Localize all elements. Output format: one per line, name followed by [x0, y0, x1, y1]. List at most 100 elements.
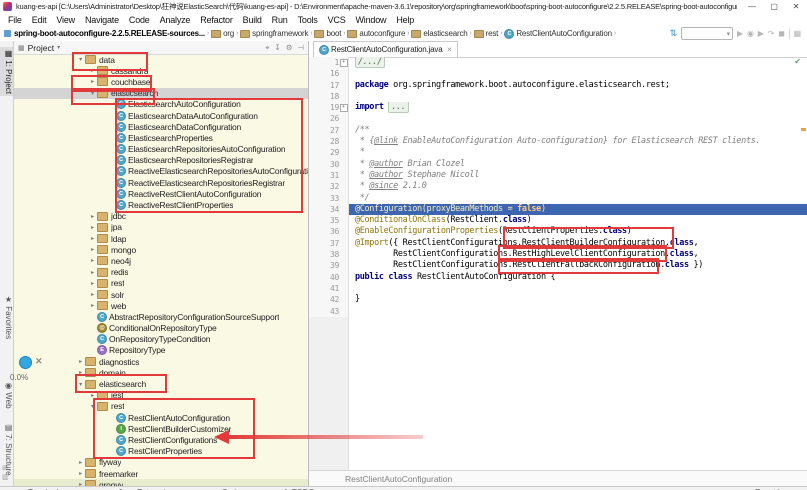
- tree-chevron-icon[interactable]: ▸: [76, 459, 85, 466]
- menu-item[interactable]: Analyze: [155, 15, 196, 25]
- tree-chevron-icon[interactable]: ▸: [88, 78, 97, 85]
- code-view[interactable]: 1+/.../1617package org.springframework.b…: [309, 57, 807, 317]
- run-config-combo[interactable]: ▾: [681, 27, 733, 40]
- fold-gutter[interactable]: [339, 306, 349, 317]
- breadcrumb-item[interactable]: rest: [486, 29, 499, 38]
- debug-icon[interactable]: ◉: [747, 29, 754, 38]
- code-line[interactable]: 28 * {@link EnableAutoConfiguration Auto…: [309, 136, 807, 147]
- close-button[interactable]: ✕: [785, 0, 807, 13]
- fold-gutter[interactable]: [339, 113, 349, 124]
- run-icon[interactable]: ▶: [737, 29, 743, 38]
- tree-row[interactable]: @ConditionalOnRepositoryType: [14, 323, 308, 334]
- header-tool-icon[interactable]: ⌖: [265, 43, 269, 53]
- recorder-dot-icon[interactable]: [19, 356, 32, 369]
- code-line[interactable]: 19+import ...: [309, 102, 807, 113]
- tree-row[interactable]: IRestClientBuilderCustomizer: [14, 423, 308, 434]
- fold-gutter[interactable]: [339, 283, 349, 294]
- menu-item[interactable]: Run: [267, 15, 293, 25]
- fold-gutter[interactable]: [339, 170, 349, 181]
- tree-row[interactable]: ▸jest: [14, 390, 308, 401]
- run-coverage-icon[interactable]: ▶: [758, 29, 764, 38]
- fold-plus-icon[interactable]: +: [340, 59, 348, 67]
- tree-row[interactable]: CReactiveElasticsearchRepositoriesRegist…: [14, 177, 308, 188]
- fold-gutter[interactable]: [339, 226, 349, 237]
- fold-gutter[interactable]: [339, 159, 349, 170]
- code-line[interactable]: 29 *: [309, 147, 807, 158]
- code-line[interactable]: 40public class RestClientAutoConfigurati…: [309, 272, 807, 283]
- tree-row[interactable]: COnRepositoryTypeCondition: [14, 334, 308, 345]
- code-line[interactable]: 27/**: [309, 125, 807, 136]
- fold-gutter[interactable]: [339, 215, 349, 226]
- fold-gutter[interactable]: [339, 181, 349, 192]
- menu-item[interactable]: Help: [391, 15, 419, 25]
- resume-icon[interactable]: ↷: [768, 29, 775, 38]
- code-line[interactable]: 16: [309, 68, 807, 79]
- tree-row[interactable]: CElasticsearchDataAutoConfiguration: [14, 110, 308, 121]
- tree-row[interactable]: ▸rest: [14, 278, 308, 289]
- menu-item[interactable]: View: [51, 15, 80, 25]
- code-line[interactable]: 26: [309, 113, 807, 124]
- code-line[interactable]: 39 RestClientConfigurations.RestClientFa…: [309, 260, 807, 271]
- code-line[interactable]: 32 * @since 2.1.0: [309, 181, 807, 192]
- footer-class-name[interactable]: RestClientAutoConfiguration: [345, 474, 452, 484]
- fold-gutter[interactable]: [339, 193, 349, 204]
- tree-row[interactable]: CReactiveRestClientProperties: [14, 199, 308, 210]
- stripe-item-favorites[interactable]: ★ Favorites: [0, 293, 13, 341]
- code-line[interactable]: 34@Configuration(proxyBeanMethods = fals…: [309, 204, 807, 215]
- tree-chevron-icon[interactable]: ▸: [88, 257, 97, 264]
- tree-row[interactable]: ▸solr: [14, 289, 308, 300]
- menu-item[interactable]: Build: [238, 15, 267, 25]
- tree-chevron-icon[interactable]: ▸: [88, 224, 97, 231]
- code-line[interactable]: 42}: [309, 294, 807, 305]
- menu-item[interactable]: Window: [351, 15, 392, 25]
- fold-gutter[interactable]: [339, 80, 349, 91]
- header-tool-icon[interactable]: ↧: [274, 43, 280, 53]
- updown-icon[interactable]: ⇅: [670, 28, 677, 39]
- fold-gutter[interactable]: [339, 91, 349, 102]
- tree-row[interactable]: ▸neo4j: [14, 255, 308, 266]
- stripe-item-structure[interactable]: ▤ 7: Structure: [0, 421, 13, 478]
- tree-row[interactable]: CAbstractRepositoryConfigurationSourceSu…: [14, 311, 308, 322]
- tree-row[interactable]: ▸ldap: [14, 233, 308, 244]
- editor-area[interactable]: C RestClientAutoConfiguration.java ✕ 1+/…: [309, 41, 807, 470]
- tree-row[interactable]: CRestClientProperties: [14, 446, 308, 457]
- fold-gutter[interactable]: [339, 204, 349, 215]
- tree-row[interactable]: ▸jpa: [14, 222, 308, 233]
- fold-plus-icon[interactable]: +: [340, 104, 348, 112]
- code-line[interactable]: 1+/.../: [309, 57, 807, 68]
- tree-row[interactable]: ▸redis: [14, 267, 308, 278]
- overlay-close-icon[interactable]: ✕: [35, 356, 43, 367]
- tree-row[interactable]: ▸domain: [14, 367, 308, 378]
- tree-row[interactable]: ▸web: [14, 300, 308, 311]
- tree-chevron-icon[interactable]: ▸: [76, 369, 85, 376]
- breadcrumb-item[interactable]: elasticsearch: [423, 29, 467, 38]
- tree-chevron-icon[interactable]: ▾: [88, 90, 97, 97]
- tree-row[interactable]: CElasticsearchProperties: [14, 132, 308, 143]
- window-grid-icon[interactable]: ▦: [794, 29, 801, 38]
- close-icon[interactable]: ✕: [446, 46, 452, 54]
- fold-gutter[interactable]: [339, 294, 349, 305]
- tree-chevron-icon[interactable]: ▸: [88, 67, 97, 74]
- tree-chevron-icon[interactable]: ▸: [76, 470, 85, 477]
- header-tool-icon[interactable]: ⊣: [297, 43, 304, 53]
- menu-item[interactable]: Navigate: [80, 15, 124, 25]
- tree-row[interactable]: ERepositoryType: [14, 345, 308, 356]
- tree-chevron-icon[interactable]: ▸: [88, 392, 97, 399]
- code-line[interactable]: 38 RestClientConfigurations.RestHighLeve…: [309, 249, 807, 260]
- tree-chevron-icon[interactable]: ▸: [88, 235, 97, 242]
- tree-row[interactable]: ▾rest: [14, 401, 308, 412]
- tree-row[interactable]: ▾elasticsearch: [14, 378, 308, 389]
- tree-chevron-icon[interactable]: ▸: [88, 213, 97, 220]
- fold-gutter[interactable]: +: [339, 102, 349, 113]
- fold-gutter[interactable]: +: [339, 57, 349, 68]
- tree-chevron-icon[interactable]: ▸: [88, 246, 97, 253]
- tree-chevron-icon[interactable]: ▸: [88, 302, 97, 309]
- code-line[interactable]: 36@EnableConfigurationProperties(RestCli…: [309, 226, 807, 237]
- tree-row[interactable]: ▸diagnostics: [14, 356, 308, 367]
- tree-row[interactable]: ▾elasticsearch: [14, 88, 308, 99]
- tree-row[interactable]: CRestClientAutoConfiguration: [14, 412, 308, 423]
- stripe-item-web[interactable]: ◉ Web: [0, 379, 13, 411]
- stripe-item-project[interactable]: ▦ 1: Project: [0, 47, 13, 96]
- tree-chevron-icon[interactable]: ▾: [88, 403, 97, 410]
- breadcrumb-leaf[interactable]: RestClientAutoConfiguration: [516, 29, 612, 38]
